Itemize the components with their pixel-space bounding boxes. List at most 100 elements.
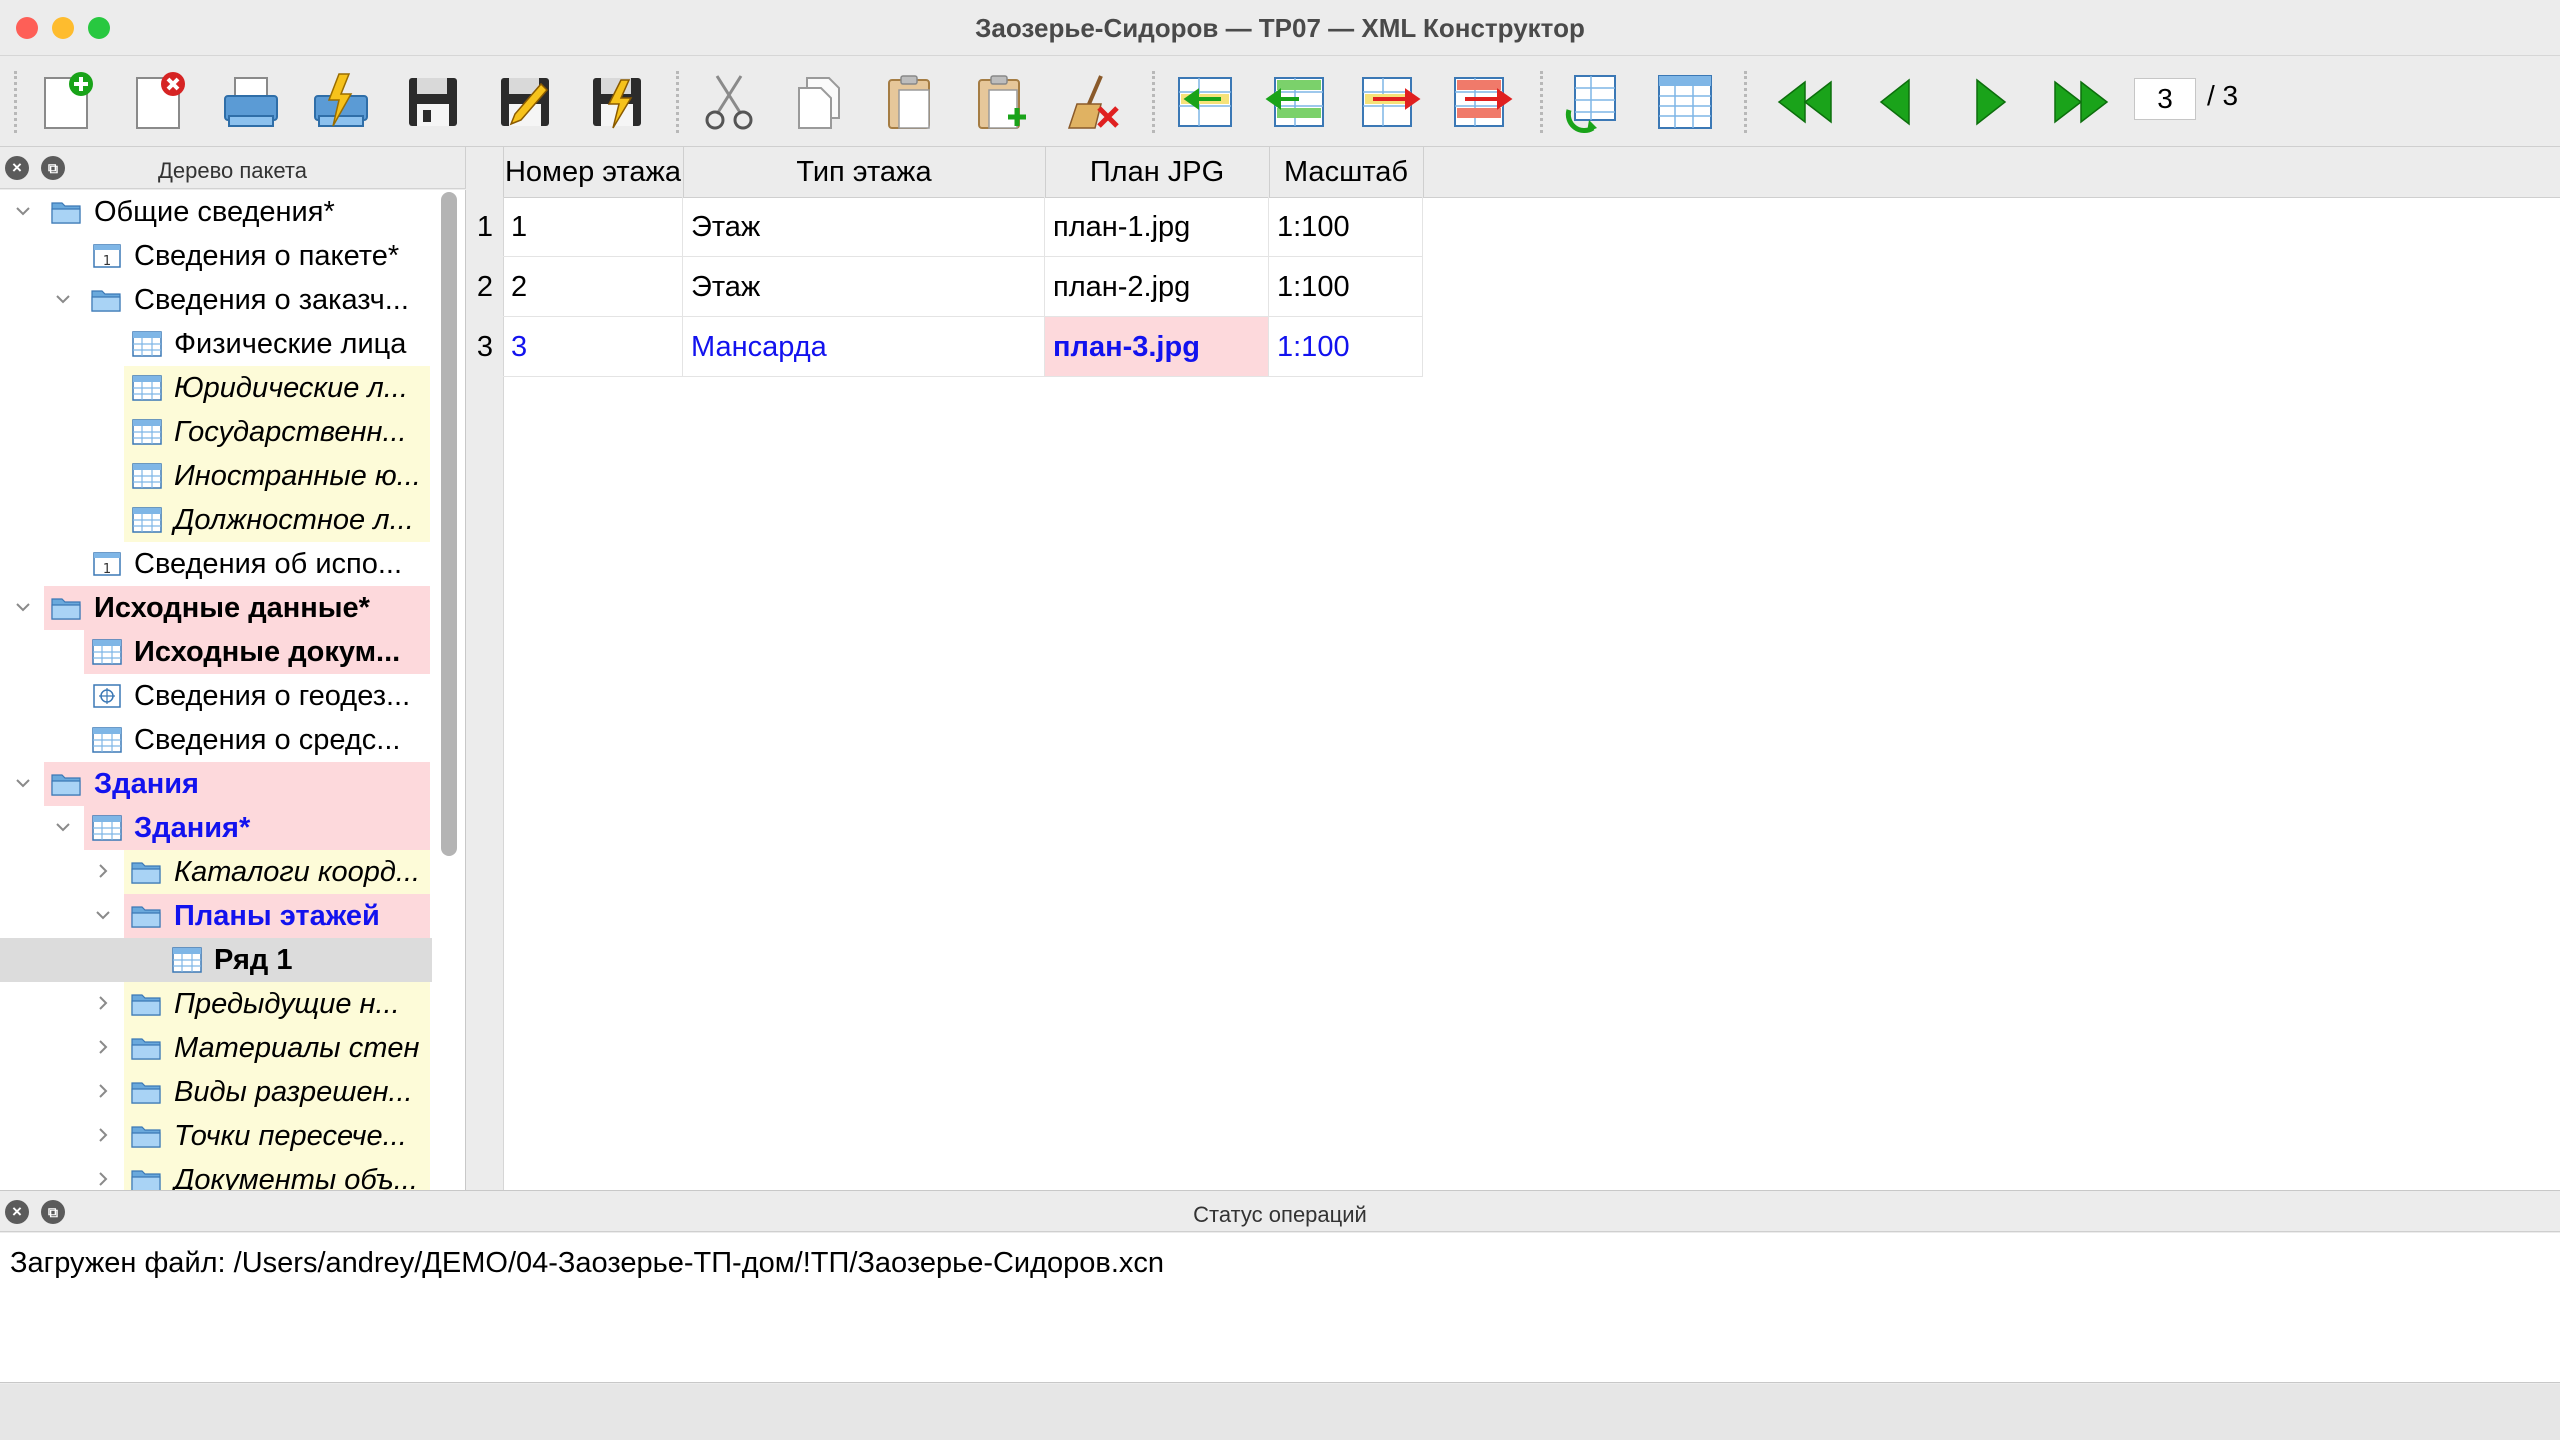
tree-node[interactable]: Исходные данные* [0,586,440,630]
chevron-down-icon[interactable] [92,904,114,926]
column-header-plan-jpg[interactable]: План JPG [1045,147,1270,197]
corner-cell[interactable] [467,147,504,197]
tree-node[interactable]: Должностное л... [0,498,440,542]
tree-node-label: Планы этажей [174,900,380,932]
chevron-down-icon[interactable] [12,200,34,222]
folder-icon [130,1033,164,1063]
cell-scale[interactable]: 1:100 [1269,317,1423,377]
cell-scale[interactable]: 1:100 [1269,257,1423,317]
cell-floor-number[interactable]: 2 [503,257,683,317]
chevron-down-icon[interactable] [52,288,74,310]
previous-page-button[interactable] [1860,65,1934,139]
save-as-button[interactable] [488,65,562,139]
tree-node-label: Исходные данные* [94,592,370,624]
tree-node[interactable]: Сведения об испо... [0,542,440,586]
quick-save-button[interactable] [580,65,654,139]
status-bar [0,1384,2560,1440]
tree-node[interactable]: Юридические л... [0,366,440,410]
tree-node[interactable]: Общие сведения* [0,190,440,234]
tree-node[interactable]: Документы объ... [0,1158,440,1190]
grid-header: Номер этажа Тип этажа План JPG Масштаб [467,147,2560,198]
table-view-button[interactable] [1648,65,1722,139]
copy-button[interactable] [784,65,858,139]
cell-plan-jpg[interactable]: план-2.jpg [1045,257,1269,317]
insert-child-row-button[interactable] [1260,65,1334,139]
cell-floor-number[interactable]: 1 [503,197,683,257]
tree-node[interactable]: Здания* [0,806,440,850]
cell-floor-type[interactable]: Этаж [683,257,1045,317]
tree-node[interactable]: Планы этажей [0,894,440,938]
tree-node[interactable]: Здания [0,762,440,806]
tree-node[interactable]: Исходные докум... [0,630,440,674]
cell-floor-type[interactable]: Этаж [683,197,1045,257]
first-page-button[interactable] [1768,65,1842,139]
column-header-floor-type[interactable]: Тип этажа [683,147,1046,197]
chevron-right-icon[interactable] [92,860,114,882]
chevron-right-icon[interactable] [92,1168,114,1190]
tree-node[interactable]: Сведения о средс... [0,718,440,762]
tree-node[interactable]: Материалы стен [0,1026,440,1070]
chevron-down-icon[interactable] [52,816,74,838]
tree-node[interactable]: Виды разрешен... [0,1070,440,1114]
column-header-scale[interactable]: Масштаб [1269,147,1424,197]
close-document-button[interactable] [122,65,196,139]
column-header-floor-number[interactable]: Номер этажа [503,147,684,197]
folder-icon [50,769,84,799]
refresh-table-button[interactable] [1556,65,1630,139]
cell-plan-jpg[interactable]: план-3.jpg [1045,317,1269,377]
tree-node[interactable]: Государственн... [0,410,440,454]
table-icon [90,813,124,843]
tree-node[interactable]: Каталоги коорд... [0,850,440,894]
cell-floor-number[interactable]: 3 [503,317,683,377]
status-log[interactable]: Загружен файл: /Users/andrey/ДЕМО/04-Зао… [0,1233,2560,1383]
row-number[interactable]: 2 [467,257,503,317]
row-number[interactable]: 1 [467,197,503,257]
status-message: Загружен файл: /Users/andrey/ДЕМО/04-Зао… [10,1247,1165,1279]
cell-plan-jpg[interactable]: план-1.jpg [1045,197,1269,257]
paste-button[interactable] [874,65,948,139]
tree-node-label: Сведения о геодез... [134,680,411,712]
broom-icon [1067,75,1119,129]
toolbar-separator [1744,71,1747,133]
tree-node-label: Каталоги коорд... [174,856,421,888]
append-row-button[interactable] [1352,65,1426,139]
chevron-down-icon[interactable] [12,772,34,794]
table-icon [170,945,204,975]
paste-append-button[interactable] [966,65,1040,139]
tree-node[interactable]: Предыдущие н... [0,982,440,1026]
tree-node[interactable]: Сведения о заказч... [0,278,440,322]
tree-scrollbar[interactable] [441,192,457,856]
quick-print-button[interactable] [304,65,378,139]
tree-node[interactable]: Сведения о геодез... [0,674,440,718]
chevron-right-icon[interactable] [92,1124,114,1146]
clear-button[interactable] [1058,65,1132,139]
tree-node-label: Юридические л... [174,372,408,404]
chevron-right-icon[interactable] [92,1080,114,1102]
package-tree[interactable]: Общие сведения* Сведения о пакете* Сведе… [0,190,466,1190]
table-icon [130,417,164,447]
tree-node[interactable]: Иностранные ю... [0,454,440,498]
chevron-right-icon[interactable] [92,1036,114,1058]
next-page-button[interactable] [1952,65,2026,139]
cut-button[interactable] [692,65,766,139]
tree-node-label: Здания* [134,812,251,844]
save-button[interactable] [396,65,470,139]
tree-node-label: Ряд 1 [214,944,293,976]
last-page-button[interactable] [2044,65,2118,139]
new-document-button[interactable] [30,65,104,139]
row-number[interactable]: 3 [467,317,503,377]
cell-floor-type[interactable]: Мансарда [683,317,1045,377]
page-number-input[interactable]: 3 [2134,78,2196,120]
tree-node[interactable]: Сведения о пакете* [0,234,440,278]
chevron-right-icon[interactable] [92,992,114,1014]
print-button[interactable] [214,65,288,139]
tree-node-label: Общие сведения* [94,196,335,228]
delete-row-button[interactable] [1444,65,1518,139]
tree-node[interactable]: Точки пересече... [0,1114,440,1158]
chevron-down-icon[interactable] [12,596,34,618]
folder-icon [130,1165,164,1190]
cell-scale[interactable]: 1:100 [1269,197,1423,257]
tree-node-selected[interactable]: Ряд 1 [0,938,432,982]
tree-node[interactable]: Физические лица [0,322,440,366]
insert-row-before-button[interactable] [1168,65,1242,139]
